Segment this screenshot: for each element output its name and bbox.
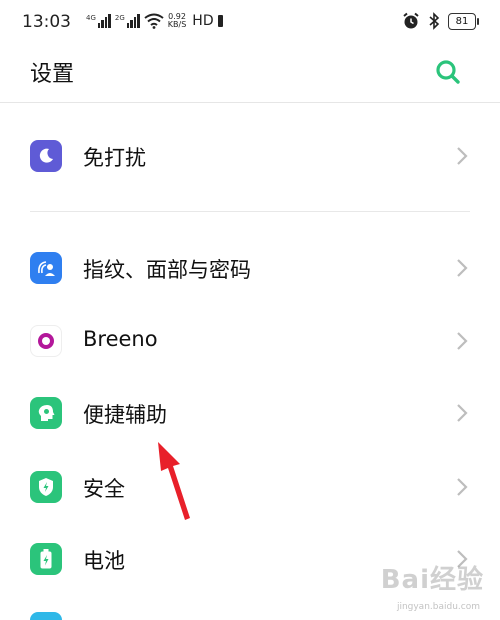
settings-item-convenience-assist[interactable]: 便捷辅助 — [0, 377, 500, 449]
settings-item-label: Breeno — [83, 327, 158, 351]
assist-head-icon — [30, 397, 62, 429]
settings-item-label: 免打扰 — [83, 146, 146, 170]
shield-icon — [30, 471, 62, 503]
settings-item-security[interactable]: 安全 — [0, 451, 500, 523]
hd-badge: HD — [192, 13, 214, 29]
settings-item-label: 电池 — [83, 549, 125, 573]
battery-indicator: 81 — [448, 12, 479, 30]
status-icons: 4G 2G 0.92 KB/S HD — [86, 13, 224, 29]
settings-item-label: 安全 — [83, 477, 125, 501]
red-arrow-annotation — [158, 442, 190, 520]
status-bar: 13:03 4G 2G 0.92 KB/S HD 81 — [0, 0, 500, 44]
baidu-watermark-url: jingyan.baidu.com — [396, 602, 480, 612]
fingerprint-face-icon — [30, 252, 62, 284]
volte-icon — [217, 15, 223, 27]
network-speed: 0.92 KB/S — [167, 12, 187, 29]
status-time: 13:03 — [22, 12, 71, 32]
chevron-right-icon — [457, 332, 468, 350]
signal-1-icon: 4G — [86, 14, 111, 28]
chevron-right-icon — [457, 147, 468, 165]
breeno-icon — [30, 325, 62, 357]
battery-icon — [30, 543, 62, 575]
baidu-watermark: Bai经验 — [380, 565, 484, 595]
chevron-right-icon — [457, 259, 468, 277]
settings-item-do-not-disturb[interactable]: 免打扰 — [0, 120, 500, 192]
settings-item-breeno[interactable]: Breeno — [0, 305, 500, 377]
chevron-right-icon — [457, 478, 468, 496]
settings-item-label: 指纹、面部与密码 — [83, 258, 251, 282]
signal-2-icon: 2G — [115, 14, 140, 28]
alarm-icon — [403, 12, 419, 29]
settings-item-fingerprint-face-password[interactable]: 指纹、面部与密码 — [0, 232, 500, 304]
status-right: 81 — [402, 12, 479, 30]
bluetooth-icon — [429, 12, 440, 30]
search-icon[interactable] — [434, 58, 462, 86]
page-header: 设置 — [0, 44, 500, 103]
settings-item-label: 便捷辅助 — [83, 403, 167, 427]
page-title: 设置 — [30, 62, 75, 87]
moon-icon — [30, 140, 62, 172]
next-item-icon-peek — [30, 612, 62, 620]
chevron-right-icon — [457, 404, 468, 422]
section-divider — [30, 211, 470, 212]
wifi-icon — [144, 13, 164, 29]
